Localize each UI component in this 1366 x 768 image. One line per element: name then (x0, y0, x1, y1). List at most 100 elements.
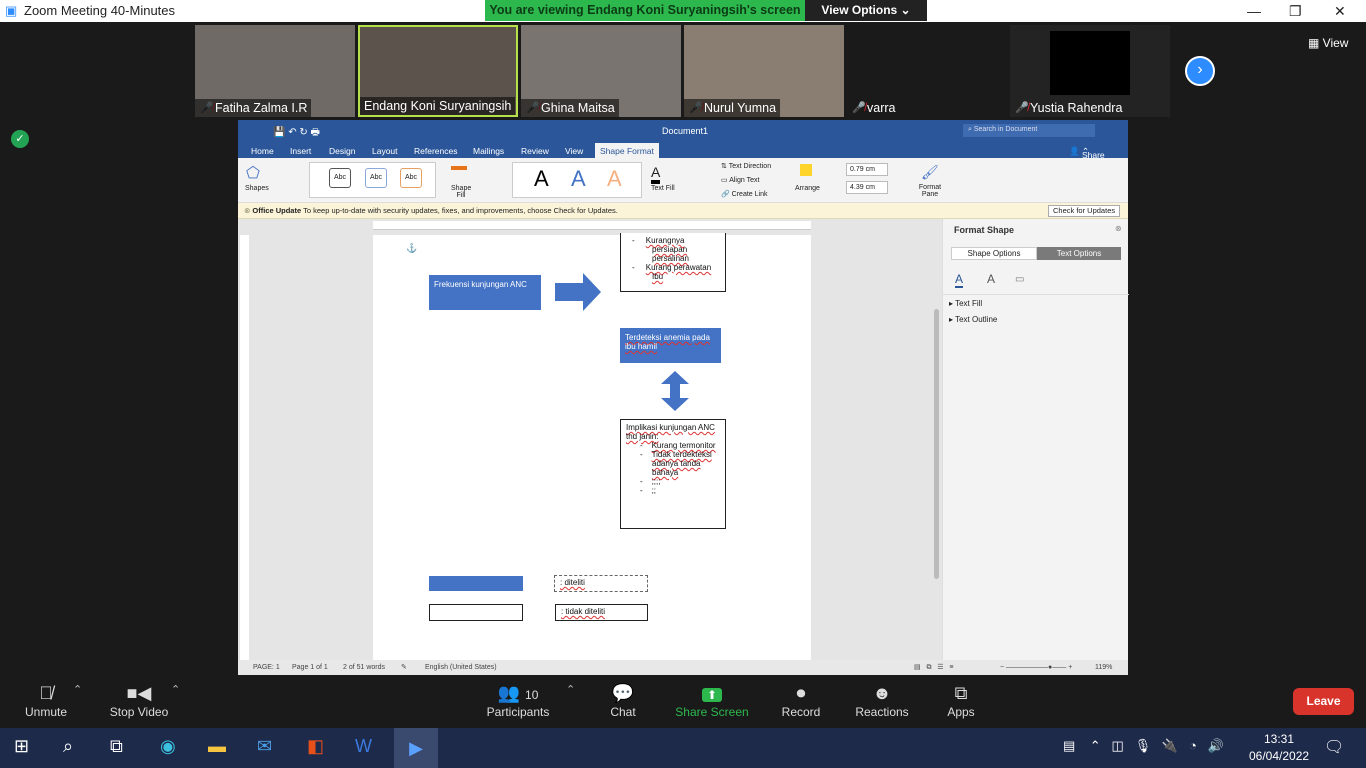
legend-empty-box[interactable] (429, 604, 523, 621)
tab-insert[interactable]: Insert (290, 146, 311, 156)
leave-button[interactable]: Leave (1293, 688, 1354, 715)
shape-frekuensi-anc[interactable]: Frekuensi kunjungan ANC (429, 275, 541, 310)
participant-tile[interactable]: 🎤̸Nurul Yumna (684, 25, 844, 117)
tab-home[interactable]: Home (251, 146, 274, 156)
tab-layout[interactable]: Layout (372, 146, 398, 156)
audio-options-caret[interactable]: ⌃ (73, 683, 82, 696)
zoom-app-icon[interactable]: ▶ (394, 728, 438, 768)
zoom-slider[interactable]: − ——————●—— + (1000, 660, 1072, 675)
text-outline-section[interactable]: ▸ Text Outline (949, 315, 997, 324)
scrollbar[interactable] (934, 309, 939, 579)
shape-style-1[interactable]: Abc (329, 168, 351, 188)
wordart-blue[interactable]: A (571, 166, 586, 192)
check-for-updates-button[interactable]: Check for Updates (1048, 205, 1121, 217)
vertical-ruler[interactable] (240, 235, 249, 660)
tab-mailings[interactable]: Mailings (473, 146, 504, 156)
horizontal-ruler[interactable] (373, 221, 811, 230)
view-options-button[interactable]: View Options ⌄ (805, 0, 927, 21)
quick-access-icons[interactable]: 💾 ↶ ↻ 🖶 (273, 125, 320, 142)
clock-time[interactable]: 13:31 (1264, 732, 1294, 746)
right-arrow-shape[interactable] (555, 273, 601, 311)
share-button[interactable]: 👤 Share ⌃ (1069, 146, 1105, 160)
status-words[interactable]: 2 of 51 words (343, 660, 385, 675)
shape-options-tab[interactable]: Shape Options (951, 247, 1037, 260)
update-close-icon[interactable]: ⊗ (244, 206, 250, 215)
shape-style-3[interactable]: Abc (400, 168, 422, 188)
chat-button[interactable]: 💬 Chat (605, 683, 641, 719)
arrange-icon[interactable] (800, 164, 812, 176)
office-icon[interactable]: ◧ (307, 736, 324, 757)
participant-tile[interactable]: 🎤̸ varra (847, 25, 1007, 117)
tab-design[interactable]: Design (329, 146, 355, 156)
create-link-button[interactable]: 🔗 Create Link (721, 190, 767, 198)
windows-start-icon[interactable]: ⊞ (14, 736, 29, 757)
arrange-button[interactable]: Arrange (795, 185, 820, 192)
wordart-black[interactable]: A (534, 166, 549, 192)
search-icon[interactable]: ⌕ (63, 736, 73, 757)
status-language[interactable]: English (United States) (425, 660, 497, 675)
shape-style-2[interactable]: Abc (365, 168, 387, 188)
shape-height-input[interactable]: 0.79 cm (846, 163, 888, 176)
view-button[interactable]: ▦ View (1308, 36, 1348, 50)
edge-icon[interactable]: ◉ (160, 736, 176, 757)
format-pane-icon[interactable]: 🖌 (921, 164, 939, 181)
shape-fill-icon[interactable] (451, 164, 467, 170)
view-mode-icons[interactable]: ▤ ⧉ ☰ ≡ (914, 660, 953, 675)
tab-shape-format[interactable]: Shape Format (595, 143, 659, 158)
stop-video-button[interactable]: ■◀ Stop Video (105, 683, 173, 719)
textbox-icon[interactable]: ▭ (1015, 274, 1024, 285)
text-fill-outline-icon[interactable]: A (955, 272, 964, 288)
shape-fill-button[interactable]: Shape Fill (451, 185, 471, 199)
maximize-button[interactable]: ❐ (1289, 3, 1302, 20)
word-icon[interactable]: W (355, 736, 372, 757)
participant-tile-active[interactable]: Endang Koni Suryaningsih (358, 25, 518, 117)
security-shield-icon[interactable]: ✓ (11, 130, 29, 148)
shape-list-top[interactable]: - Kurangnya persiapan persalinan - Kuran… (620, 233, 726, 292)
participant-tile[interactable]: 🎤̸ Yustia Rahendra (1010, 25, 1170, 117)
clock-date[interactable]: 06/04/2022 (1249, 749, 1309, 763)
pane-close-icon[interactable]: ⊗ (1115, 224, 1122, 233)
list-item: - ;;;; (640, 477, 661, 486)
text-direction-button[interactable]: ⇅ Text Direction (721, 162, 771, 170)
wordart-orange[interactable]: A (607, 166, 622, 192)
reactions-button[interactable]: ☻ Reactions (852, 683, 912, 719)
participant-tile[interactable]: 🎤̸Fatiha Zalma I.R (195, 25, 355, 117)
next-page-button[interactable]: › (1185, 56, 1215, 86)
tab-references[interactable]: References (414, 146, 457, 156)
record-button[interactable]: ⏺ Record (780, 683, 822, 719)
share-screen-button[interactable]: ⬆ Share Screen (674, 683, 750, 719)
apps-button[interactable]: ⧉ Apps (944, 683, 978, 719)
shape-width-input[interactable]: 4.39 cm (846, 181, 888, 194)
proofing-icon[interactable]: ✎ (401, 660, 407, 675)
notifications-icon[interactable]: 🗨 (1324, 737, 1344, 757)
file-explorer-icon[interactable]: ▬ (208, 736, 226, 757)
format-pane-button[interactable]: Format Pane (918, 184, 942, 198)
legend-tidak-diteliti-textbox[interactable]: : tidak diteliti (555, 604, 648, 621)
tab-review[interactable]: Review (521, 146, 549, 156)
close-button[interactable]: ✕ (1334, 3, 1346, 20)
shape-anemia[interactable]: Terdeteksi anemia pada ibu hamil (620, 328, 721, 363)
text-fill-icon[interactable]: A (651, 164, 661, 184)
participant-tile[interactable]: 🎤̸Ghina Maitsa (521, 25, 681, 117)
legend-filled-box[interactable] (429, 576, 523, 591)
shapes-button[interactable]: Shapes (245, 185, 269, 192)
shape-implikasi[interactable]: Implikasi kunjungan ANC thd janin: - Kur… (620, 419, 726, 529)
task-view-icon[interactable]: ⧉ (110, 736, 123, 757)
tab-view[interactable]: View (565, 146, 583, 156)
text-fill-section[interactable]: ▸ Text Fill (949, 299, 982, 308)
shapes-icon[interactable]: ⬠ (246, 163, 260, 183)
text-fill-button[interactable]: Text Fill (651, 185, 675, 192)
participants-button[interactable]: 👥 10 Participants (484, 683, 552, 719)
text-effects-icon[interactable]: A (987, 272, 995, 286)
double-arrow-shape[interactable] (661, 371, 689, 411)
unmute-button[interactable]: 🎙̸ Unmute (20, 683, 72, 719)
system-tray-icons[interactable]: ▤ ⌃ ◫ 🎙 🔌 ◔ 🔊 (1063, 738, 1224, 754)
mail-icon[interactable]: ✉ (257, 736, 272, 757)
text-options-tab[interactable]: Text Options (1037, 247, 1121, 260)
minimize-button[interactable]: — (1247, 3, 1261, 19)
video-options-caret[interactable]: ⌃ (171, 683, 180, 696)
participants-caret[interactable]: ⌃ (566, 683, 575, 696)
legend-diteliti-textbox-selected[interactable]: : diteliti (554, 575, 648, 592)
align-text-button[interactable]: ▭ Align Text (721, 176, 759, 184)
search-document-input[interactable]: ⌕ Search in Document (963, 124, 1095, 137)
